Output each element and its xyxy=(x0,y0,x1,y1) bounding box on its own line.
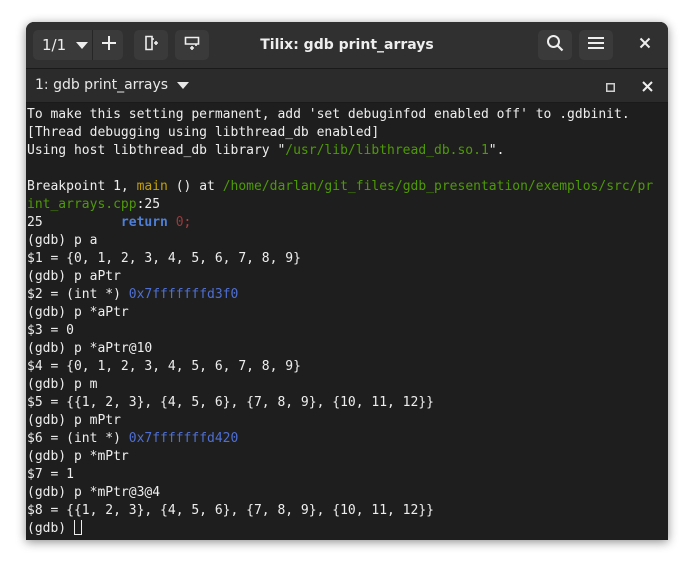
header-bar: 1/1 Tilix: gdb print_arrays xyxy=(26,22,668,69)
gdb-result: $5 = {{1, 2, 3}, {4, 5, 6}, {7, 8, 9}, {… xyxy=(27,395,434,410)
window-close-button[interactable] xyxy=(628,30,662,60)
chevron-down-icon xyxy=(76,38,89,54)
maximize-terminal-button[interactable] xyxy=(604,80,616,92)
gdb-command: (gdb) p *aPtr@10 xyxy=(27,341,153,356)
session-count: 1/1 xyxy=(42,36,67,54)
close-icon xyxy=(641,77,653,96)
terminal-output[interactable]: To make this setting permanent, add 'set… xyxy=(26,103,668,540)
memory-address: 0x7fffffffd420 xyxy=(128,431,239,446)
chevron-down-icon xyxy=(177,70,190,103)
hamburger-menu-icon xyxy=(588,36,604,54)
line-number: 25 xyxy=(27,215,121,230)
close-terminal-button[interactable] xyxy=(640,79,654,93)
text: () at xyxy=(167,179,223,194)
main-menu-button[interactable] xyxy=(579,30,613,60)
button-separator xyxy=(92,30,93,60)
text: $6 = (int *) xyxy=(27,431,129,446)
add-session-button[interactable] xyxy=(94,30,124,60)
source-line: 25 return 0; xyxy=(27,214,668,232)
search-button[interactable] xyxy=(538,30,572,60)
split-down-icon xyxy=(184,35,200,55)
gdb-result: $7 = 1 xyxy=(27,467,74,482)
gdb-command: (gdb) p m xyxy=(27,377,98,392)
text-cursor xyxy=(73,520,82,535)
gdb-command: (gdb) p a xyxy=(27,233,98,248)
close-icon xyxy=(639,37,651,53)
gdb-result: $6 = (int *) 0x7fffffffd420 xyxy=(27,430,668,448)
output-line: Using host libthread_db library "/usr/li… xyxy=(27,142,668,160)
keyword: return xyxy=(120,215,168,230)
terminal-title-bar: 1: gdb print_arrays xyxy=(26,69,668,103)
memory-address: 0x7fffffffd3f0 xyxy=(128,287,239,302)
text: Using host libthread_db library " xyxy=(27,143,286,158)
gdb-prompt: (gdb) xyxy=(27,521,74,536)
terminal-title-menu[interactable]: 1: gdb print_arrays xyxy=(35,69,190,103)
gdb-command: (gdb) p *mPtr xyxy=(27,449,129,464)
gdb-command: (gdb) p aPtr xyxy=(27,269,121,284)
gdb-result: $2 = (int *) 0x7fffffffd3f0 xyxy=(27,286,668,304)
gdb-prompt-line[interactable]: (gdb) xyxy=(27,520,668,538)
source-path: int_arrays.cpp xyxy=(27,197,137,212)
text xyxy=(168,215,176,230)
text: ". xyxy=(488,143,505,158)
source-path: /home/darlan/git_files/gdb_presentation/… xyxy=(222,179,654,194)
output-line: Breakpoint 1, main () at /home/darlan/gi… xyxy=(27,178,668,196)
terminal-title-label: 1: gdb print_arrays xyxy=(35,77,169,93)
search-icon xyxy=(546,34,564,56)
add-terminal-down-button[interactable] xyxy=(175,30,209,60)
gdb-command: (gdb) p *mPtr@3@4 xyxy=(27,485,161,500)
text: :25 xyxy=(136,197,161,212)
output-line: int_arrays.cpp:25 xyxy=(27,196,668,214)
text: $2 = (int *) xyxy=(27,287,129,302)
gdb-result: $4 = {0, 1, 2, 3, 4, 5, 6, 7, 8, 9} xyxy=(27,359,301,374)
terminal-window: 1/1 Tilix: gdb print_arrays 1: gdb print… xyxy=(26,22,668,540)
split-right-icon xyxy=(143,35,159,55)
gdb-result: $3 = 0 xyxy=(27,323,74,338)
output-line: [Thread debugging using libthread_db ena… xyxy=(27,125,380,140)
plus-icon xyxy=(101,35,117,55)
output-line: To make this setting permanent, add 'set… xyxy=(27,107,630,122)
gdb-command: (gdb) p mPtr xyxy=(27,413,121,428)
gdb-result: $8 = {{1, 2, 3}, {4, 5, 6}, {7, 8, 9}, {… xyxy=(27,503,434,518)
library-path: /usr/lib/libthread_db.so.1 xyxy=(285,143,489,158)
gdb-command: (gdb) p *aPtr xyxy=(27,305,129,320)
add-terminal-right-button[interactable] xyxy=(134,30,168,60)
text: Breakpoint 1, xyxy=(27,179,137,194)
function-name: main xyxy=(136,179,168,194)
semicolon: ; xyxy=(183,215,192,230)
number-literal: 0 xyxy=(175,215,184,230)
gdb-result: $1 = {0, 1, 2, 3, 4, 5, 6, 7, 8, 9} xyxy=(27,251,301,266)
maximize-icon xyxy=(605,77,615,96)
